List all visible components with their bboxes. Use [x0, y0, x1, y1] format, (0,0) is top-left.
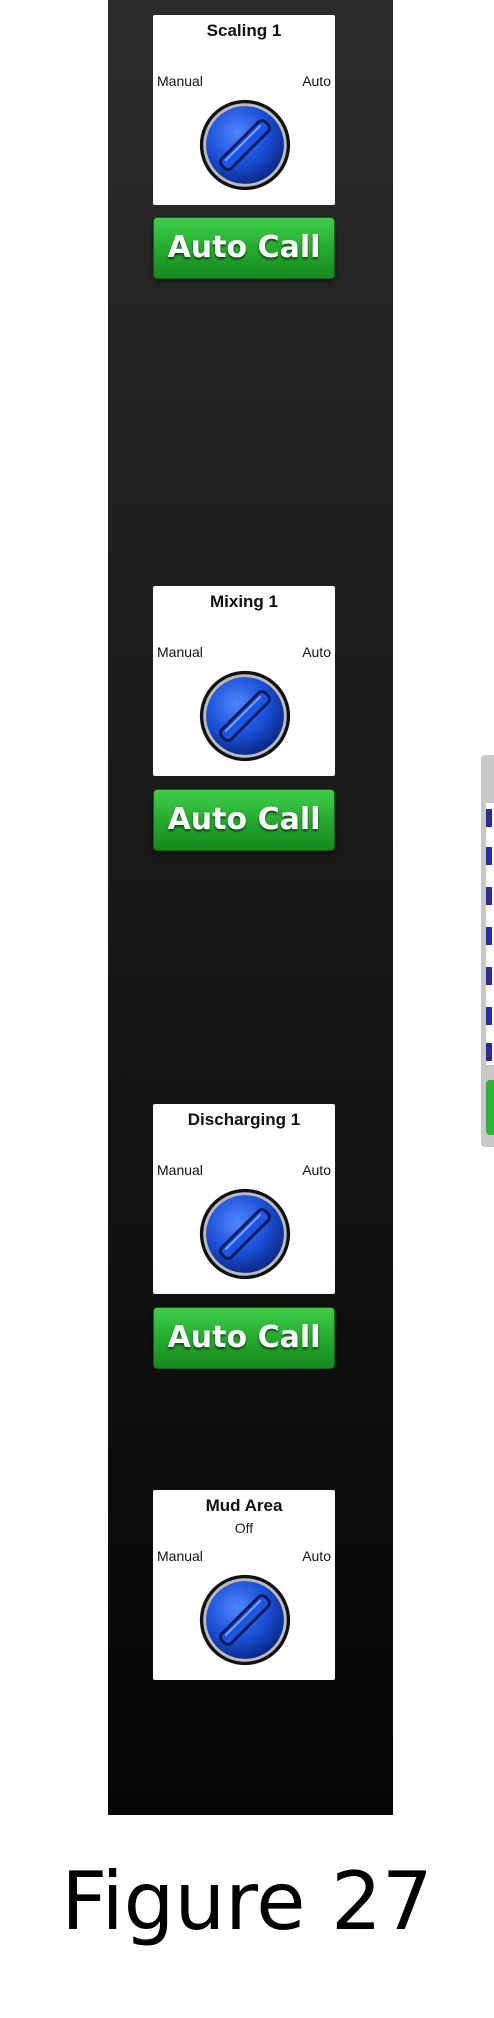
selector-title: Scaling 1 — [206, 21, 282, 40]
auto-call-button[interactable]: Auto Call — [153, 789, 335, 851]
selector-card-mixing: Mixing 1 Manual Auto — [153, 586, 335, 776]
side-dialog-button[interactable] — [486, 1080, 494, 1135]
side-dialog-list — [486, 803, 494, 1065]
selector-status: Off — [234, 1520, 254, 1536]
rotary-knob-icon[interactable] — [197, 1186, 293, 1282]
list-item — [486, 847, 492, 865]
list-item — [486, 967, 492, 985]
auto-call-button[interactable]: Auto Call — [153, 1307, 335, 1369]
selector-title: Discharging 1 — [187, 1110, 301, 1129]
manual-label: Manual — [157, 1162, 203, 1178]
manual-label: Manual — [157, 73, 203, 89]
selector-title: Mud Area — [205, 1496, 283, 1515]
list-item — [486, 1007, 492, 1025]
rotary-knob-icon[interactable] — [197, 97, 293, 193]
auto-call-button[interactable]: Auto Call — [153, 217, 335, 279]
selector-card-discharging: Discharging 1 Manual Auto — [153, 1104, 335, 1294]
auto-label: Auto — [302, 644, 331, 660]
figure-caption: Figure 27 — [61, 1855, 433, 1948]
selector-card-scaling: Scaling 1 Manual Auto — [153, 15, 335, 205]
list-item — [486, 927, 492, 945]
auto-label: Auto — [302, 1162, 331, 1178]
auto-label: Auto — [302, 73, 331, 89]
list-item — [486, 887, 492, 905]
list-item — [486, 1043, 492, 1061]
manual-label: Manual — [157, 644, 203, 660]
list-item — [486, 809, 492, 827]
control-panel: Scaling 1 Manual Auto Auto Call Mixing 1… — [108, 0, 494, 1815]
rotary-knob-icon[interactable] — [197, 668, 293, 764]
selector-card-mud-area: Mud Area Off Manual Auto — [153, 1490, 335, 1680]
rotary-knob-icon[interactable] — [197, 1572, 293, 1668]
selector-title: Mixing 1 — [209, 592, 278, 611]
side-dialog-panel — [481, 755, 494, 1147]
auto-label: Auto — [302, 1548, 331, 1564]
manual-label: Manual — [157, 1548, 203, 1564]
